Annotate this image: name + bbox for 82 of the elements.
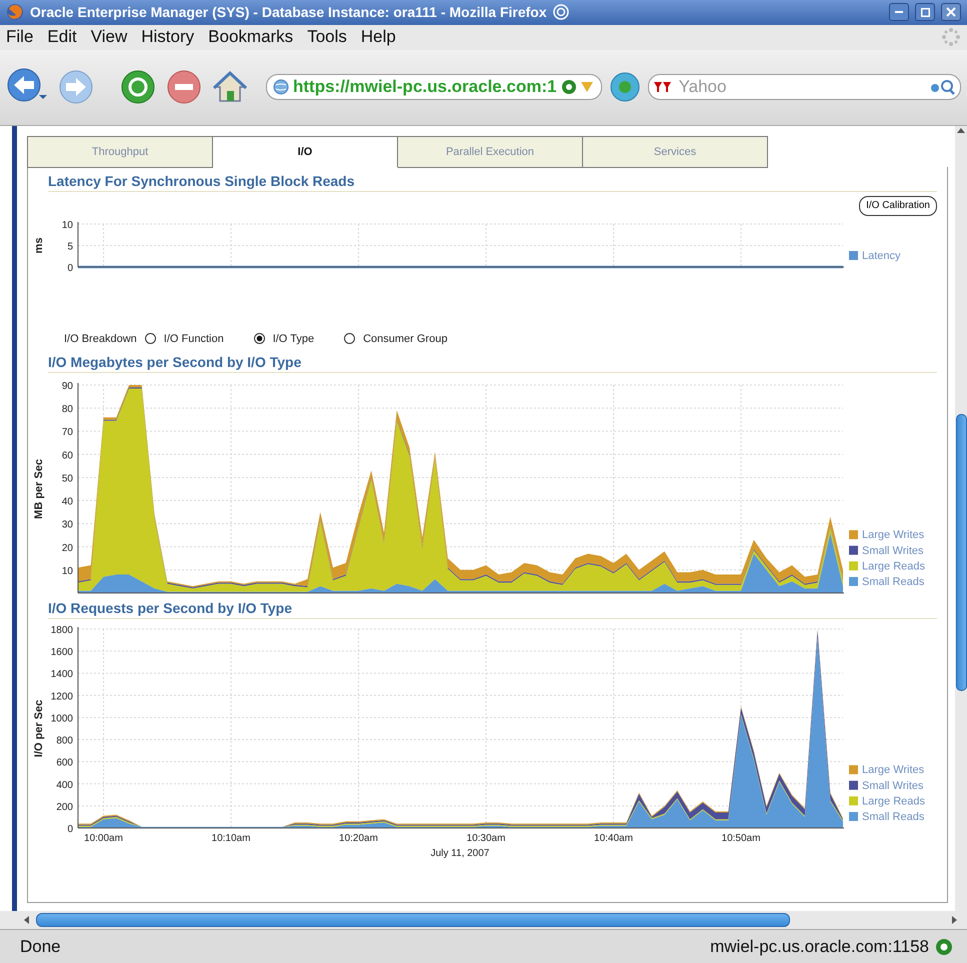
window-title: Oracle Enterprise Manager (SYS) - Database Instance: ora111 - Mozilla Firefox <box>30 4 547 20</box>
axis-tick-label: 1400 <box>50 669 73 680</box>
menu-item[interactable]: Bookmarks <box>208 27 294 48</box>
menu-item[interactable]: Edit <box>47 27 77 48</box>
search-field[interactable]: Yahoo <box>648 74 961 100</box>
axis-tick-label: 1800 <box>50 624 73 636</box>
axis-title: MB per Sec <box>33 458 45 519</box>
menu-item[interactable]: File <box>6 27 34 48</box>
radio-button[interactable] <box>344 333 356 344</box>
section-title: Latency For Synchronous Single Block Reads <box>48 172 355 189</box>
menu-item[interactable]: Help <box>360 27 396 48</box>
axis-tick-label: 10 <box>62 566 73 577</box>
legend-label: Large Reads <box>862 795 925 808</box>
scrollbar-thumb[interactable] <box>36 913 790 928</box>
menu-item[interactable]: Tools <box>307 27 347 48</box>
close-icon <box>946 7 956 18</box>
scrollbar-thumb[interactable] <box>956 414 966 691</box>
axis-tick-label: 80 <box>62 404 73 415</box>
radio-label: Consumer Group <box>363 332 448 345</box>
axis-tick-label: 10:40am <box>594 832 633 844</box>
breakdown-label: I/O Breakdown <box>64 332 137 345</box>
axis-tick-label: 70 <box>62 427 73 438</box>
status-host: mwiel-pc.us.oracle.com:1158 <box>710 936 929 957</box>
axis-tick-label: 10:30am <box>466 832 506 844</box>
axis-tick-label: 50 <box>62 473 73 484</box>
legend-label: Large Writes <box>862 764 924 776</box>
radio-button[interactable] <box>254 333 265 344</box>
menu-item[interactable]: History <box>141 27 194 48</box>
axis-tick-label: 20 <box>62 542 73 554</box>
calibration-button[interactable]: I/O Calibration <box>859 196 937 216</box>
radio-button[interactable] <box>144 333 156 344</box>
axis-tick-label: 10 <box>62 220 73 231</box>
axis-tick-label: 0 <box>67 262 73 274</box>
browser-logo-icon <box>6 3 24 22</box>
section-title: I/O Requests per Second by I/O Type <box>48 600 292 616</box>
axis-tick-label: 1200 <box>50 691 73 702</box>
go-button[interactable] <box>608 70 642 104</box>
security-icon <box>560 78 595 96</box>
minimize-icon <box>895 11 903 14</box>
axis-tick-label: 30 <box>62 520 73 531</box>
legend-label: Latency <box>862 250 901 262</box>
throbber-icon <box>941 27 961 48</box>
axis-tick-label: 200 <box>56 802 73 813</box>
legend-label: Small Writes <box>862 780 924 792</box>
axis-title: I/O per Sec <box>33 700 45 758</box>
axis-tick-label: 40 <box>62 496 73 508</box>
maximize-button[interactable] <box>915 3 935 22</box>
radio-label: I/O Function <box>164 332 224 345</box>
axis-title: July 11, 2007 <box>430 848 490 859</box>
menu-item[interactable]: View <box>90 27 128 48</box>
axis-tick-label: 10:10am <box>212 832 250 844</box>
legend-label: Large Writes <box>862 529 924 542</box>
legend-label: Small Reads <box>862 576 924 588</box>
axis-tick-label: 90 <box>62 380 73 392</box>
maximize-icon <box>920 8 930 17</box>
globe-icon <box>273 79 289 96</box>
scroll-right-icon[interactable] <box>949 915 959 926</box>
axis-tick-label: 800 <box>56 735 73 746</box>
legend-label: Large Reads <box>862 560 925 572</box>
axis-tick-label: 10:00am <box>84 832 123 844</box>
axis-tick-label: 60 <box>62 450 73 462</box>
security-icon <box>935 938 953 956</box>
axis-tick-label: 10:50am <box>722 832 760 844</box>
close-button[interactable] <box>941 3 961 22</box>
tab[interactable]: I/O <box>213 136 398 168</box>
axis-tick-label: 0 <box>67 824 73 835</box>
axis-tick-label: 1000 <box>50 713 73 724</box>
legend-label: Small Writes <box>862 544 924 557</box>
search-icon <box>930 79 956 96</box>
radio-label: I/O Type <box>272 332 314 345</box>
vertical-scrollbar[interactable] <box>955 126 967 912</box>
axis-title: ms <box>33 237 45 254</box>
axis-tick-label: 1600 <box>50 646 73 658</box>
scroll-left-icon[interactable] <box>22 915 32 926</box>
axis-tick-label: 5 <box>67 241 73 252</box>
axis-tick-label: 400 <box>56 780 73 791</box>
minimize-button[interactable] <box>889 3 909 22</box>
legend-label: Small Reads <box>862 810 924 823</box>
axis-tick-label: 600 <box>56 758 73 769</box>
status-text: Done <box>20 936 61 957</box>
axis-tick-label: 10:20am <box>339 832 378 844</box>
section-title: I/O Megabytes per Second by I/O Type <box>48 354 302 370</box>
